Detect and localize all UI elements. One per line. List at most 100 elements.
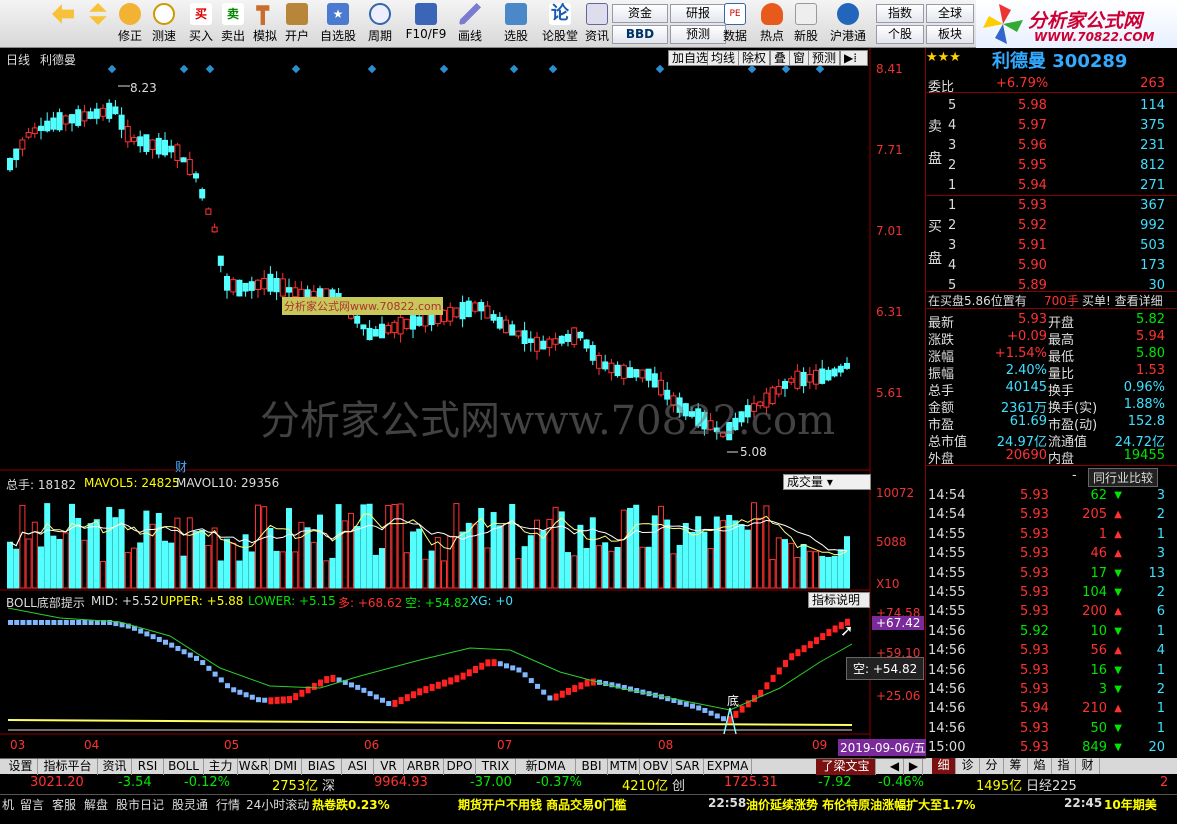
index-button[interactable]: 指数 (876, 4, 924, 23)
status-gulingtong[interactable]: 股灵通 (172, 796, 208, 813)
tab-8[interactable]: BIAS (302, 759, 342, 775)
notice-row[interactable]: 在买盘5.86位置有 700手 买单! 查看详细 (926, 292, 1177, 309)
status-message[interactable]: 留言 (20, 796, 44, 813)
news-ticker-1[interactable]: 热卷跌0.23% (312, 796, 390, 813)
volume-bar (447, 535, 454, 589)
side-tab-2[interactable]: 分 (980, 758, 1004, 774)
global-button[interactable]: 全球 (926, 4, 974, 23)
tab-15[interactable]: BBI (576, 759, 608, 775)
sell-level-2[interactable]: 2 5.95 812 (926, 158, 1177, 175)
status-service[interactable]: 客服 (52, 796, 76, 813)
sector-button[interactable]: 板块 (926, 25, 974, 44)
data-button[interactable]: PE 数据 (720, 3, 750, 45)
single-stock-button[interactable]: 个股 (876, 25, 924, 44)
buy-level-2[interactable]: 2 5.92 992 (926, 218, 1177, 235)
tab-19[interactable]: EXPMA (704, 759, 752, 775)
tab-active[interactable]: 了梁文宝 (816, 759, 876, 775)
sell-level-4[interactable]: 4 5.97 375 (926, 118, 1177, 135)
watchlist-button[interactable]: ★ 自选股 (318, 3, 358, 45)
tab-7[interactable]: DMI (270, 759, 302, 775)
tab-12[interactable]: DPO (444, 759, 476, 775)
ma-button[interactable]: 均线 (707, 50, 740, 66)
side-tab-5[interactable]: 指 (1052, 758, 1076, 774)
dropdown-arrow-icon: ▾ (826, 475, 833, 489)
tab-next-icon[interactable]: ▶ (905, 759, 923, 775)
tab-3[interactable]: RSI (132, 759, 164, 775)
fund-flow-button[interactable]: 资金 (612, 4, 668, 23)
data-label: 数据 (722, 29, 747, 43)
open-account-button[interactable]: 开户 (282, 3, 312, 45)
tab-14[interactable]: 新DMA (516, 759, 576, 775)
volume-bar (273, 550, 280, 589)
period-button[interactable]: 周期 (362, 3, 398, 45)
sell-level-1[interactable]: 1 5.94 271 (926, 178, 1177, 195)
forecast-button[interactable]: 预测 (670, 25, 726, 44)
expand-icon[interactable]: ▶⁞ (840, 50, 868, 66)
tab-16[interactable]: MTM (608, 759, 640, 775)
side-tab-1[interactable]: 诊 (956, 758, 980, 774)
hk-connect-button[interactable]: 沪港通 (826, 3, 870, 45)
tab-0[interactable]: 设置 (4, 759, 38, 775)
tab-2[interactable]: 资讯 (98, 759, 132, 775)
status-machine[interactable]: 机 (2, 796, 14, 813)
back-button[interactable] (48, 3, 78, 45)
buy-volume: 30 (1148, 278, 1165, 293)
tab-4[interactable]: BOLL (164, 759, 204, 775)
side-tab-6[interactable]: 财 (1076, 758, 1100, 774)
add-watch-button[interactable]: 加自选 (668, 50, 713, 66)
f10-button[interactable]: F10/F9 (404, 3, 448, 45)
volume-bar (757, 517, 764, 589)
tab-9[interactable]: ASI (342, 759, 374, 775)
window-button[interactable]: 窗 (789, 50, 810, 66)
buy-button[interactable]: 买买入 (186, 3, 216, 45)
tab-5[interactable]: 主力 (204, 759, 238, 775)
tab-13[interactable]: TRIX (476, 759, 516, 775)
finance-marker[interactable]: 财 (175, 458, 187, 475)
tab-10[interactable]: VR (374, 759, 404, 775)
industry-compare-button[interactable]: 同行业比较 (1088, 468, 1159, 487)
bbd-button[interactable]: BBD (612, 25, 668, 44)
buy-level-3[interactable]: 3 5.91 503 (926, 238, 1177, 255)
news-ticker-3[interactable]: 油价延续涨势 布伦特原油涨幅扩大至1.7% (746, 796, 975, 813)
notice-link[interactable]: 买单! 查看详细 (1082, 292, 1163, 309)
new-stock-button[interactable]: 新股 (790, 3, 822, 45)
overlay-button[interactable]: 叠 (770, 50, 791, 66)
news-ticker-4[interactable]: 10年期美 (1104, 796, 1157, 813)
indicator-help-button[interactable]: 指标说明 (808, 592, 870, 608)
boll-signal-dot (547, 695, 553, 701)
fix-button[interactable]: 修正 (114, 3, 146, 45)
tab-6[interactable]: W&R (238, 759, 270, 775)
hotspot-button[interactable]: 热点 (756, 3, 788, 45)
speed-test-button[interactable]: 测速 (148, 3, 180, 45)
candle-body (608, 362, 615, 374)
volume-dropdown[interactable]: 成交量 ▾ (783, 474, 871, 490)
research-button[interactable]: 研报 (670, 4, 726, 23)
simulate-button[interactable]: 模拟 (250, 3, 280, 45)
news-button[interactable]: 资讯 (582, 3, 612, 45)
status-quotes[interactable]: 行情 (216, 796, 240, 813)
sell-level-3[interactable]: 3 5.96 231 (926, 138, 1177, 155)
updown-button[interactable] (84, 3, 112, 45)
tab-17[interactable]: OBV (640, 759, 672, 775)
sell-level-5[interactable]: 5 5.98 114 (926, 98, 1177, 115)
tab-18[interactable]: SAR (672, 759, 704, 775)
forum-button[interactable]: 论论股堂 (540, 3, 580, 45)
draw-line-button[interactable]: 画线 (452, 3, 488, 45)
tab-11[interactable]: ARBR (404, 759, 444, 775)
side-tab-0[interactable]: 细 (932, 758, 956, 774)
side-tab-3[interactable]: 筹 (1004, 758, 1028, 774)
tab-prev-icon[interactable]: ◀ (886, 759, 904, 775)
side-tab-4[interactable]: 焰 (1028, 758, 1052, 774)
status-diary[interactable]: 股市日记 (116, 796, 164, 813)
sell-button[interactable]: 卖卖出 (218, 3, 248, 45)
buy-level-4[interactable]: 4 5.90 173 (926, 258, 1177, 275)
tab-1[interactable]: 指标平台 (38, 759, 98, 775)
stock-select-button[interactable]: 选股 (496, 3, 536, 45)
forecast-chart-button[interactable]: 预测 (808, 50, 841, 66)
forum-icon: 论 (549, 3, 571, 25)
buy-level-1[interactable]: 1 5.93 367 (926, 198, 1177, 215)
exright-button[interactable]: 除权 (738, 50, 771, 66)
news-ticker-2[interactable]: 期货开户不用钱 商品交易0门槛 (458, 796, 627, 813)
status-24h[interactable]: 24小时滚动 (246, 796, 309, 813)
status-analysis[interactable]: 解盘 (84, 796, 108, 813)
